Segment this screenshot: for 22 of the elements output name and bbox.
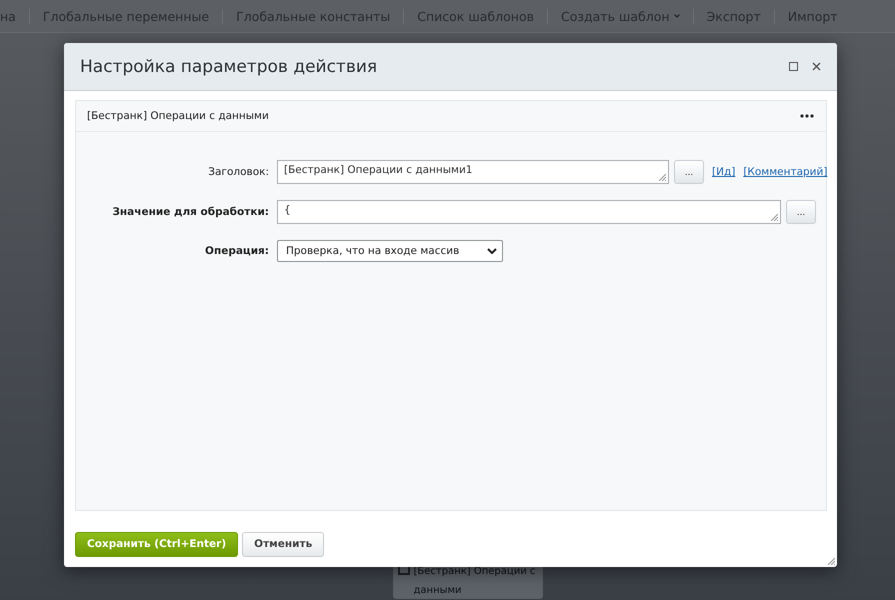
browse-button[interactable]: ...: [786, 200, 816, 224]
resize-grip-icon[interactable]: [770, 213, 778, 221]
link[interactable]: [Ид]: [712, 166, 736, 178]
maximize-icon[interactable]: [789, 62, 798, 71]
value-textarea[interactable]: {: [277, 200, 781, 224]
browse-button[interactable]: ...: [674, 160, 704, 184]
node-title: [Бестранк] Операции с: [414, 566, 536, 577]
field-label: Операция:: [204, 245, 269, 257]
field-label: Значение для обработки:: [111, 206, 269, 218]
more-icon[interactable]: [800, 114, 814, 118]
dialog-title: Настройка параметров действия: [80, 56, 378, 76]
field-label: Заголовок:: [207, 166, 269, 178]
cancel-button[interactable]: Отменить: [242, 532, 324, 556]
title-input[interactable]: [Бестранк] Операции с данными1: [277, 160, 669, 184]
operation-select[interactable]: Проверка, что на входе массив: [277, 240, 503, 262]
resize-grip-icon[interactable]: [827, 557, 835, 565]
node-title: данными: [414, 585, 462, 596]
link[interactable]: [Комментарий]: [743, 166, 828, 178]
resize-grip-icon[interactable]: [658, 173, 666, 181]
close-icon[interactable]: [812, 62, 821, 71]
panel-title: [Бестранк] Операции с данными: [87, 110, 270, 122]
caret-icon: [487, 248, 497, 254]
